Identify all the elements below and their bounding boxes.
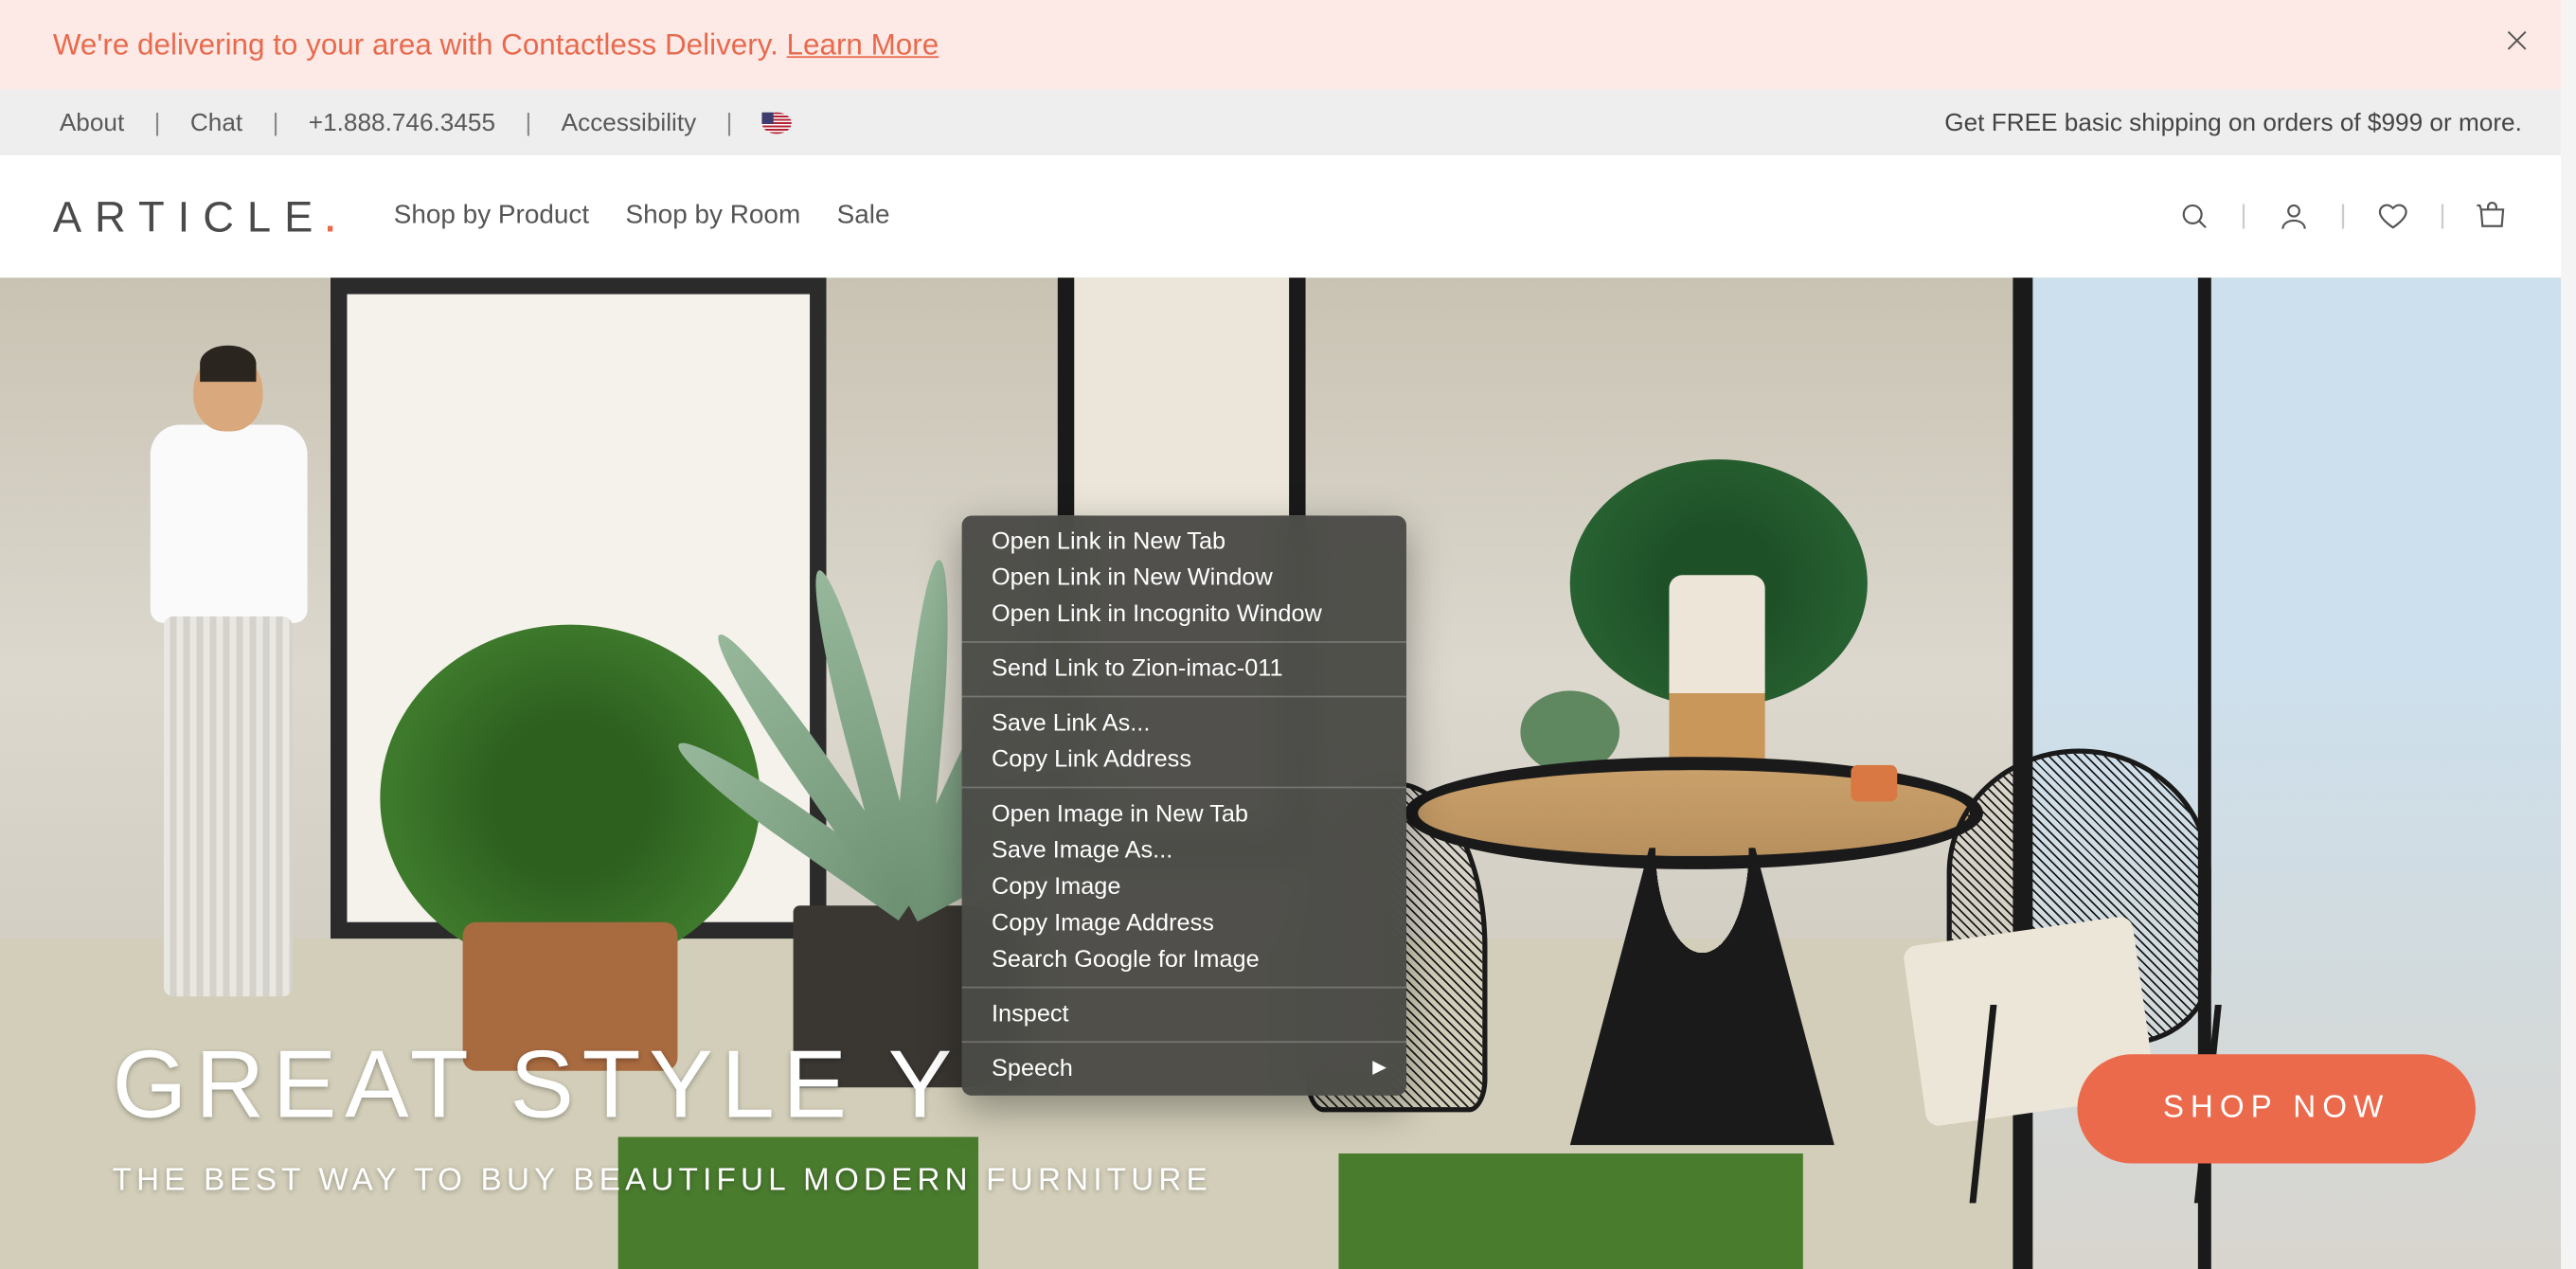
- promo-text: We're delivering to your area with Conta…: [53, 27, 939, 63]
- close-icon[interactable]: [2492, 16, 2541, 74]
- planter-bush: [380, 625, 760, 1071]
- ctx-copy-link-address[interactable]: Copy Link Address: [962, 742, 1406, 778]
- ctx-copy-image-address[interactable]: Copy Image Address: [962, 905, 1406, 941]
- logo[interactable]: ARTICLE.: [53, 191, 338, 242]
- person-figure: [146, 352, 312, 1063]
- us-flag-icon: [762, 113, 792, 134]
- phone-link[interactable]: +1.888.746.3455: [302, 108, 502, 136]
- promo-banner: We're delivering to your area with Conta…: [0, 0, 2575, 89]
- shipping-promo-text: Get FREE basic shipping on orders of $99…: [1944, 108, 2522, 136]
- main-nav: ARTICLE. Shop by Product Shop by Room Sa…: [0, 155, 2575, 277]
- ctx-open-image-new-tab[interactable]: Open Image in New Tab: [962, 796, 1406, 832]
- accessibility-link[interactable]: Accessibility: [555, 108, 704, 136]
- search-icon[interactable]: [2164, 200, 2224, 233]
- ctx-open-link-incognito[interactable]: Open Link in Incognito Window: [962, 597, 1406, 633]
- region-flag-us[interactable]: [756, 108, 798, 136]
- context-menu: Open Link in New Tab Open Link in New Wi…: [962, 515, 1406, 1095]
- chat-link[interactable]: Chat: [184, 108, 249, 136]
- ctx-inspect[interactable]: Inspect: [962, 996, 1406, 1032]
- ctx-speech[interactable]: Speech▶: [962, 1051, 1406, 1087]
- ctx-save-link-as[interactable]: Save Link As...: [962, 706, 1406, 742]
- nav-shop-room[interactable]: Shop by Room: [626, 202, 801, 231]
- ctx-open-link-new-tab[interactable]: Open Link in New Tab: [962, 524, 1406, 560]
- promo-learn-more-link[interactable]: Learn More: [787, 27, 939, 61]
- chevron-right-icon: ▶: [1372, 1056, 1386, 1078]
- cart-icon[interactable]: [2462, 200, 2522, 233]
- ctx-send-link[interactable]: Send Link to Zion-imac-011: [962, 652, 1406, 688]
- ctx-save-image-as[interactable]: Save Image As...: [962, 832, 1406, 868]
- nav-shop-product[interactable]: Shop by Product: [394, 202, 589, 231]
- shop-now-button[interactable]: SHOP NOW: [2077, 1054, 2476, 1163]
- wishlist-icon[interactable]: [2363, 200, 2423, 233]
- ctx-open-link-new-window[interactable]: Open Link in New Window: [962, 561, 1406, 597]
- nav-sale[interactable]: Sale: [837, 202, 890, 231]
- scrollbar[interactable]: [2561, 0, 2576, 1269]
- hero-subheadline: THE BEST WAY TO BUY BEAUTIFUL MODERN FUR…: [113, 1163, 1212, 1199]
- about-link[interactable]: About: [53, 108, 131, 136]
- logo-text: ARTICLE: [53, 191, 327, 242]
- ctx-search-google-image[interactable]: Search Google for Image: [962, 942, 1406, 978]
- utility-bar: About | Chat | +1.888.746.3455 | Accessi…: [0, 89, 2575, 155]
- account-icon[interactable]: [2263, 200, 2323, 233]
- ctx-copy-image[interactable]: Copy Image: [962, 869, 1406, 905]
